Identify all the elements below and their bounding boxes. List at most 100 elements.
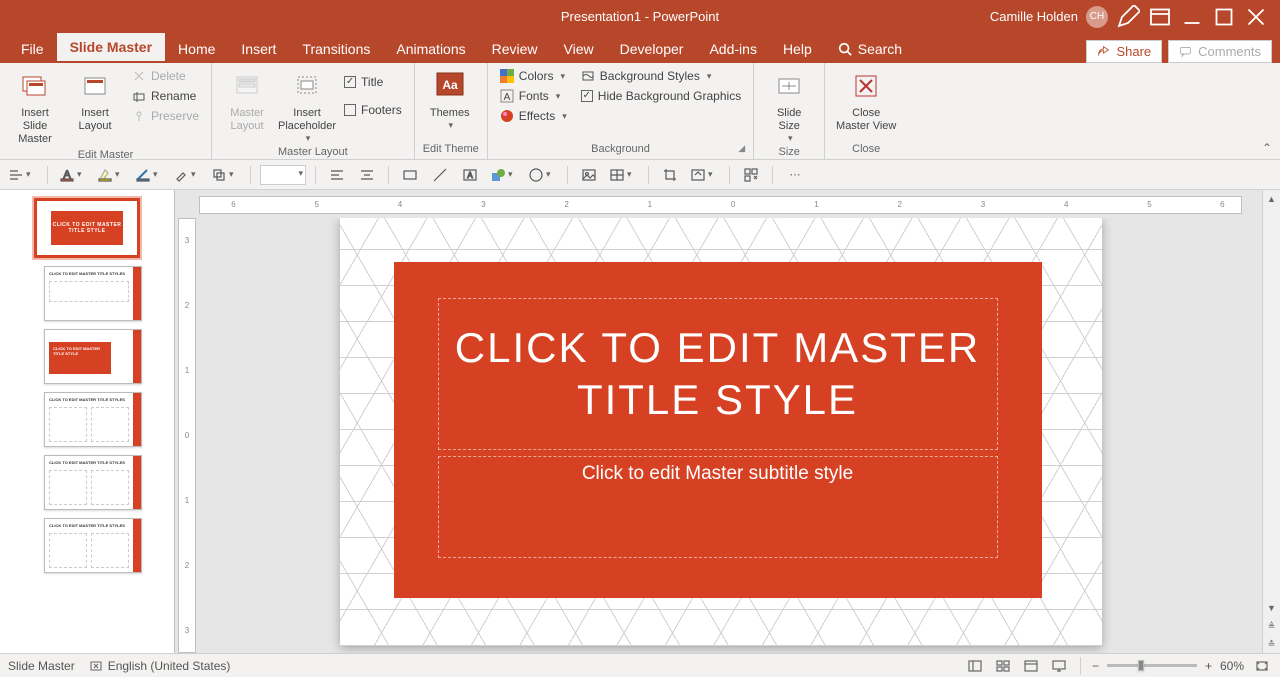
- text-box-button[interactable]: A: [458, 164, 482, 186]
- dialog-launcher-icon[interactable]: ◢: [738, 143, 745, 154]
- quick-toolbar: ▾ A▾ ▾ ▾ ▾ ▾ ▾ A ▾ ▾ ▾ ▾ ⋯: [0, 160, 1280, 190]
- group-label-master-layout: Master Layout: [220, 144, 406, 160]
- reading-view-button[interactable]: [1021, 658, 1041, 674]
- tab-insert[interactable]: Insert: [228, 35, 289, 63]
- collapse-ribbon-icon[interactable]: ⌃: [1262, 141, 1272, 155]
- insert-slide-master-button[interactable]: Insert Slide Master: [8, 67, 62, 147]
- share-button[interactable]: Share: [1086, 40, 1162, 63]
- thumbnail-pane[interactable]: CLICK TO EDIT MASTER TITLE STYLE CLICK T…: [0, 190, 175, 653]
- tab-addins[interactable]: Add-ins: [696, 35, 769, 63]
- shape-width-input[interactable]: ▾: [260, 165, 306, 185]
- rename-button[interactable]: Rename: [128, 87, 203, 105]
- slideshow-button[interactable]: [1049, 658, 1069, 674]
- tab-help[interactable]: Help: [770, 35, 825, 63]
- thumbnail-layout-3[interactable]: CLICK TO EDIT MASTER TITLE STYLES: [44, 392, 142, 447]
- group-label-edit-master: Edit Master: [8, 147, 203, 163]
- scroll-up-icon[interactable]: ▲: [1263, 190, 1280, 208]
- zoom-in-button[interactable]: +: [1205, 659, 1212, 673]
- hide-bg-checkbox[interactable]: Hide Background Graphics: [577, 87, 745, 105]
- vertical-ruler-gutter: 3 2 1 0 1 2 3: [175, 190, 199, 653]
- background-styles-button[interactable]: Background Styles▾: [577, 67, 745, 85]
- close-icon[interactable]: [1244, 5, 1268, 29]
- tab-animations[interactable]: Animations: [383, 35, 478, 63]
- thumbnail-layout-5[interactable]: CLICK TO EDIT MASTER TITLE STYLES: [44, 518, 142, 573]
- rect-shape-button[interactable]: [398, 164, 422, 186]
- themes-button[interactable]: Aa Themes▾: [423, 67, 477, 131]
- close-master-view-button[interactable]: Close Master View: [833, 67, 899, 133]
- tab-transitions[interactable]: Transitions: [289, 35, 383, 63]
- thumbnail-layout-2[interactable]: CLICK TO EDIT MASTER TITLE STYLE: [44, 329, 142, 384]
- title-placeholder[interactable]: CLICK TO EDIT MASTER TITLE STYLE: [438, 298, 998, 450]
- tab-search[interactable]: Search: [825, 35, 915, 63]
- align-left-button[interactable]: [325, 164, 349, 186]
- eyedropper-button[interactable]: ▾: [171, 164, 203, 186]
- shape-effects-button[interactable]: ▾: [526, 164, 558, 186]
- pen-icon[interactable]: [1116, 5, 1140, 29]
- thumbnail-master[interactable]: CLICK TO EDIT MASTER TITLE STYLE: [34, 198, 140, 258]
- slide-sorter-button[interactable]: [993, 658, 1013, 674]
- group-background: Colors▾ AFonts▾ Effects▾ Background Styl…: [488, 63, 754, 159]
- effects-button[interactable]: Effects▾: [496, 107, 571, 125]
- picture-button[interactable]: [577, 164, 601, 186]
- svg-text:A: A: [503, 92, 510, 103]
- slide-canvas[interactable]: CLICK TO EDIT MASTER TITLE STYLE Click t…: [340, 218, 1102, 646]
- insert-placeholder-button[interactable]: Insert Placeholder▾: [280, 67, 334, 144]
- thumbnail-layout-4[interactable]: CLICK TO EDIT MASTER TITLE STYLES: [44, 455, 142, 510]
- tab-view[interactable]: View: [551, 35, 607, 63]
- svg-text:A: A: [467, 171, 473, 180]
- status-language[interactable]: English (United States): [89, 659, 231, 673]
- zoom-slider[interactable]: [1107, 664, 1197, 667]
- highlight-button[interactable]: ▾: [95, 164, 127, 186]
- insert-layout-button[interactable]: Insert Layout: [68, 67, 122, 133]
- crop-button[interactable]: [658, 164, 682, 186]
- group-close: Close Master View Close: [825, 63, 907, 159]
- shape-outline-button[interactable]: ▾: [133, 164, 165, 186]
- align-center-button[interactable]: [355, 164, 379, 186]
- footers-checkbox[interactable]: Footers: [340, 101, 406, 119]
- line-shape-button[interactable]: [428, 164, 452, 186]
- subtitle-placeholder[interactable]: Click to edit Master subtitle style: [438, 456, 998, 558]
- colors-button[interactable]: Colors▾: [496, 67, 571, 85]
- slide-stage[interactable]: CLICK TO EDIT MASTER TITLE STYLE Click t…: [199, 218, 1262, 653]
- master-layout-label: Master Layout: [230, 107, 264, 133]
- preserve-button[interactable]: Preserve: [128, 107, 203, 125]
- arrange-button[interactable]: ▾: [209, 164, 241, 186]
- vertical-scrollbar[interactable]: ▲ ▼ ≜ ≛: [1262, 190, 1280, 653]
- bg-styles-icon: [581, 69, 595, 83]
- delete-button[interactable]: Delete: [128, 67, 203, 85]
- zoom-level[interactable]: 60%: [1220, 659, 1244, 673]
- tab-review[interactable]: Review: [479, 35, 551, 63]
- title-checkbox[interactable]: Title: [340, 73, 406, 91]
- normal-view-button[interactable]: [965, 658, 985, 674]
- more-button[interactable]: ⋯: [782, 164, 806, 186]
- maximize-icon[interactable]: [1212, 5, 1236, 29]
- shapes-button[interactable]: ▾: [488, 164, 520, 186]
- tab-file[interactable]: File: [8, 35, 57, 63]
- picture-layout-button[interactable]: ▾: [688, 164, 720, 186]
- colors-icon: [500, 69, 514, 83]
- comments-button[interactable]: Comments: [1168, 40, 1272, 63]
- table-button[interactable]: ▾: [607, 164, 639, 186]
- fonts-button[interactable]: AFonts▾: [496, 87, 571, 105]
- master-layout-button: Master Layout: [220, 67, 274, 133]
- slide-size-icon: [774, 71, 804, 101]
- checkbox-icon: [581, 90, 593, 102]
- close-master-icon: [851, 71, 881, 101]
- zoom-out-button[interactable]: −: [1092, 659, 1099, 673]
- tab-home[interactable]: Home: [165, 35, 228, 63]
- align-button[interactable]: ▾: [6, 164, 38, 186]
- fit-to-window-button[interactable]: [1252, 658, 1272, 674]
- selection-pane-button[interactable]: [739, 164, 763, 186]
- tab-developer[interactable]: Developer: [607, 35, 697, 63]
- tab-slide-master[interactable]: Slide Master: [57, 33, 165, 63]
- ribbon-display-icon[interactable]: [1148, 5, 1172, 29]
- thumbnail-layout-1[interactable]: CLICK TO EDIT MASTER TITLE STYLES: [44, 266, 142, 321]
- minimize-icon[interactable]: [1180, 5, 1204, 29]
- prev-slide-icon[interactable]: ≜: [1263, 617, 1280, 635]
- next-slide-icon[interactable]: ≛: [1263, 635, 1280, 653]
- font-color-button[interactable]: A▾: [57, 164, 89, 186]
- slide-size-button[interactable]: Slide Size▾: [762, 67, 816, 144]
- scroll-down-icon[interactable]: ▼: [1263, 599, 1280, 617]
- slide-size-label: Slide Size: [777, 107, 801, 133]
- avatar[interactable]: CH: [1086, 6, 1108, 28]
